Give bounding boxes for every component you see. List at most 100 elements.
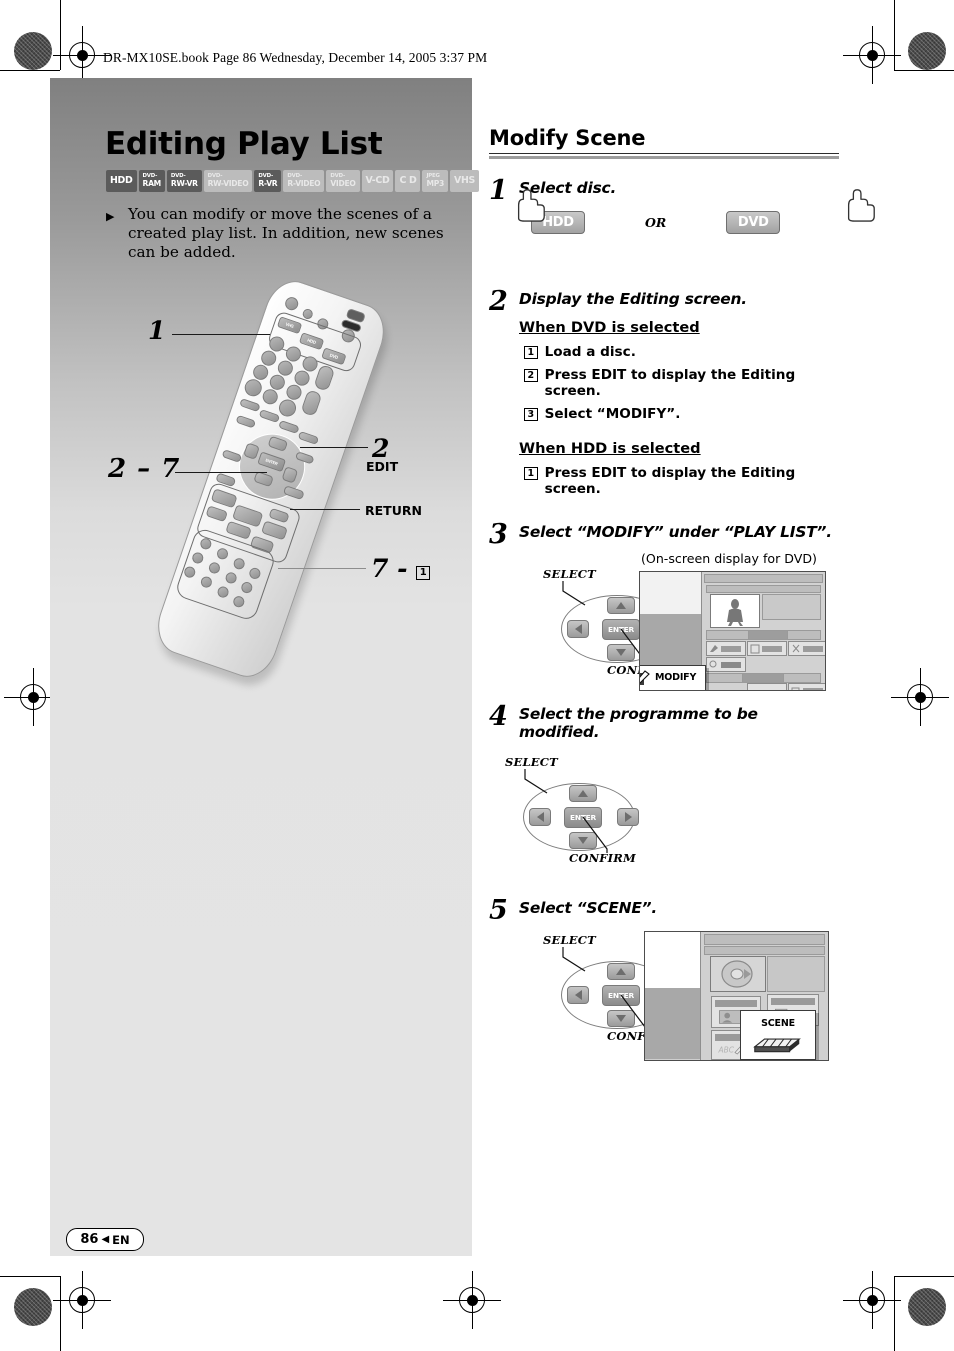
osd-section-highlight: [748, 629, 789, 640]
callout-label-return: RETURN: [365, 503, 422, 518]
step-title: Display the Editing screen.: [519, 289, 747, 308]
dpad-leader-lines: [524, 768, 608, 853]
remote-function-key: [239, 398, 261, 413]
format-badge-mp3: JPEG MP3: [422, 170, 448, 192]
modify-popup-label: MODIFY: [655, 672, 697, 683]
remote-function-key: [278, 419, 300, 435]
move-icon: [791, 687, 824, 690]
osd-tile[interactable]: [706, 640, 747, 656]
remote-volume-rocker: [300, 389, 323, 417]
format-badge-vhs: VHS: [449, 170, 479, 192]
registration-mark: [843, 1271, 901, 1329]
osd-mock-step3: MODIFY: [639, 570, 826, 691]
badge-label: R-VIDEO: [287, 178, 321, 188]
registration-mark: [4, 668, 62, 726]
step-1: 1 Select disc. HDD OR DVD: [489, 175, 875, 234]
key-icon: [709, 660, 742, 668]
osd-mock-step5: ABC SCENE: [644, 930, 829, 1061]
callout-leader-line: [300, 447, 368, 449]
dpad-diagram-step4: ENTER SELECT CONFIRM: [505, 755, 657, 865]
badge-label: V-CD: [365, 175, 390, 187]
osd-thumb-meta: [766, 955, 825, 992]
pointing-hand-icon: [517, 188, 545, 222]
osd-subtitle-bar: [706, 584, 821, 593]
format-badge-rw-video: DVD- RW-VIDEO: [203, 170, 253, 192]
substep-text: Press EDIT to display the Editing screen…: [544, 464, 796, 497]
badge-label: MP3: [426, 178, 444, 188]
callout-number-source: 1: [148, 316, 166, 345]
callout-leader-line: [278, 568, 366, 570]
format-badge-v-cd: V-CD: [361, 170, 394, 192]
remote-return-key[interactable]: [282, 485, 305, 501]
badge-label: HDD: [110, 175, 133, 187]
bullet-arrow-icon: ▶: [106, 210, 115, 223]
section-heading: Modify Scene: [489, 126, 646, 150]
halftone-dot-bottom-left: [14, 1288, 52, 1326]
remote-power-key: [283, 295, 300, 312]
format-badge-video: DVD- VIDEO: [326, 170, 360, 192]
disc-thumbnail-icon: [721, 959, 753, 988]
osd-section-highlight-2: [742, 672, 785, 683]
osd-tile[interactable]: [788, 640, 825, 656]
callout-number-arrowpad: 2 – 7: [108, 454, 181, 484]
disc-select-row: HDD OR DVD: [517, 188, 875, 234]
osd-thumb-meta: [762, 593, 821, 620]
remote-menu-key: [235, 414, 257, 429]
osd-thumbnail: [710, 593, 761, 628]
badge-label: RW-VR: [170, 178, 198, 188]
intro-paragraph: ▶ You can modify or move the scenes of a…: [106, 205, 456, 262]
substep: 3 Select “MODIFY”.: [524, 406, 839, 422]
substep-text: Select “MODIFY”.: [544, 405, 681, 422]
registration-mark: [891, 668, 949, 726]
osd-sidebar-top: [645, 931, 701, 989]
remote-number-key: [242, 376, 265, 399]
osd-tile-caption: [714, 999, 757, 1007]
crop-line: [894, 1276, 954, 1277]
remote-edit-key[interactable]: [297, 430, 320, 445]
step-number: 4: [489, 700, 508, 732]
person-thumbnail-icon: [727, 598, 744, 626]
registration-mark: [843, 26, 901, 84]
osd-scene-popup[interactable]: SCENE: [740, 1009, 816, 1060]
remote-control-illustration: VHS HDD DVD ENTER: [149, 273, 450, 695]
book-header-line: DR-MX10SE.book Page 86 Wednesday, Decemb…: [103, 50, 488, 65]
format-badge-r-video: DVD- R-VIDEO: [283, 170, 325, 192]
substep-text: Load a disc.: [544, 343, 636, 360]
svg-text:ABC: ABC: [717, 1045, 734, 1054]
osd-sidebar-top: [640, 571, 703, 615]
osd-tile[interactable]: [788, 682, 825, 690]
crop-line: [60, 0, 61, 70]
subhead-when-hdd: When HDD is selected: [519, 439, 701, 457]
badge-label: RW-VIDEO: [207, 178, 249, 188]
step-title: Select “MODIFY” under “PLAY LIST”.: [519, 522, 832, 541]
osd-tile[interactable]: [747, 682, 788, 690]
step-5: 5 Select “SCENE”. ENTER SELECT CONFIRM A…: [489, 895, 839, 1067]
osd-modify-popup[interactable]: MODIFY: [640, 664, 706, 690]
substep: 2 Press EDIT to display the Editing scre…: [524, 367, 839, 399]
intro-text: You can modify or move the scenes of a c…: [128, 205, 444, 261]
substep-number: 1: [524, 345, 538, 359]
badge-label: C D: [399, 175, 417, 187]
film-clapper-icon: [753, 1038, 801, 1052]
select-label: SELECT: [505, 754, 558, 769]
crop-line: [894, 70, 954, 71]
badge-label: R-VR: [258, 178, 278, 188]
badge-label: RAM: [142, 178, 162, 188]
osd-tile[interactable]: [747, 640, 788, 656]
step-number: 2: [489, 285, 508, 317]
registration-mark: [443, 1271, 501, 1329]
osd-tile[interactable]: [706, 656, 747, 672]
format-badge-c-d: C D: [395, 170, 421, 192]
substep-number: 3: [524, 407, 538, 421]
crop-line: [0, 1276, 60, 1277]
step-title: Select the programme to be modified.: [519, 704, 758, 741]
callout-pause-number: 7 -: [371, 554, 408, 583]
format-badge-hdd: HDD: [106, 170, 137, 192]
step-3: 3 Select “MODIFY” under “PLAY LIST”. (On…: [489, 519, 839, 691]
osd-title-bar: [704, 573, 823, 583]
modify-pencil-icon: [640, 669, 650, 685]
format-badge-r-vr: DVD- R-VR: [254, 170, 282, 192]
halftone-dot-top-left: [14, 32, 52, 70]
substep: 1 Press EDIT to display the Editing scre…: [524, 465, 839, 497]
dvd-button[interactable]: DVD: [726, 210, 781, 234]
